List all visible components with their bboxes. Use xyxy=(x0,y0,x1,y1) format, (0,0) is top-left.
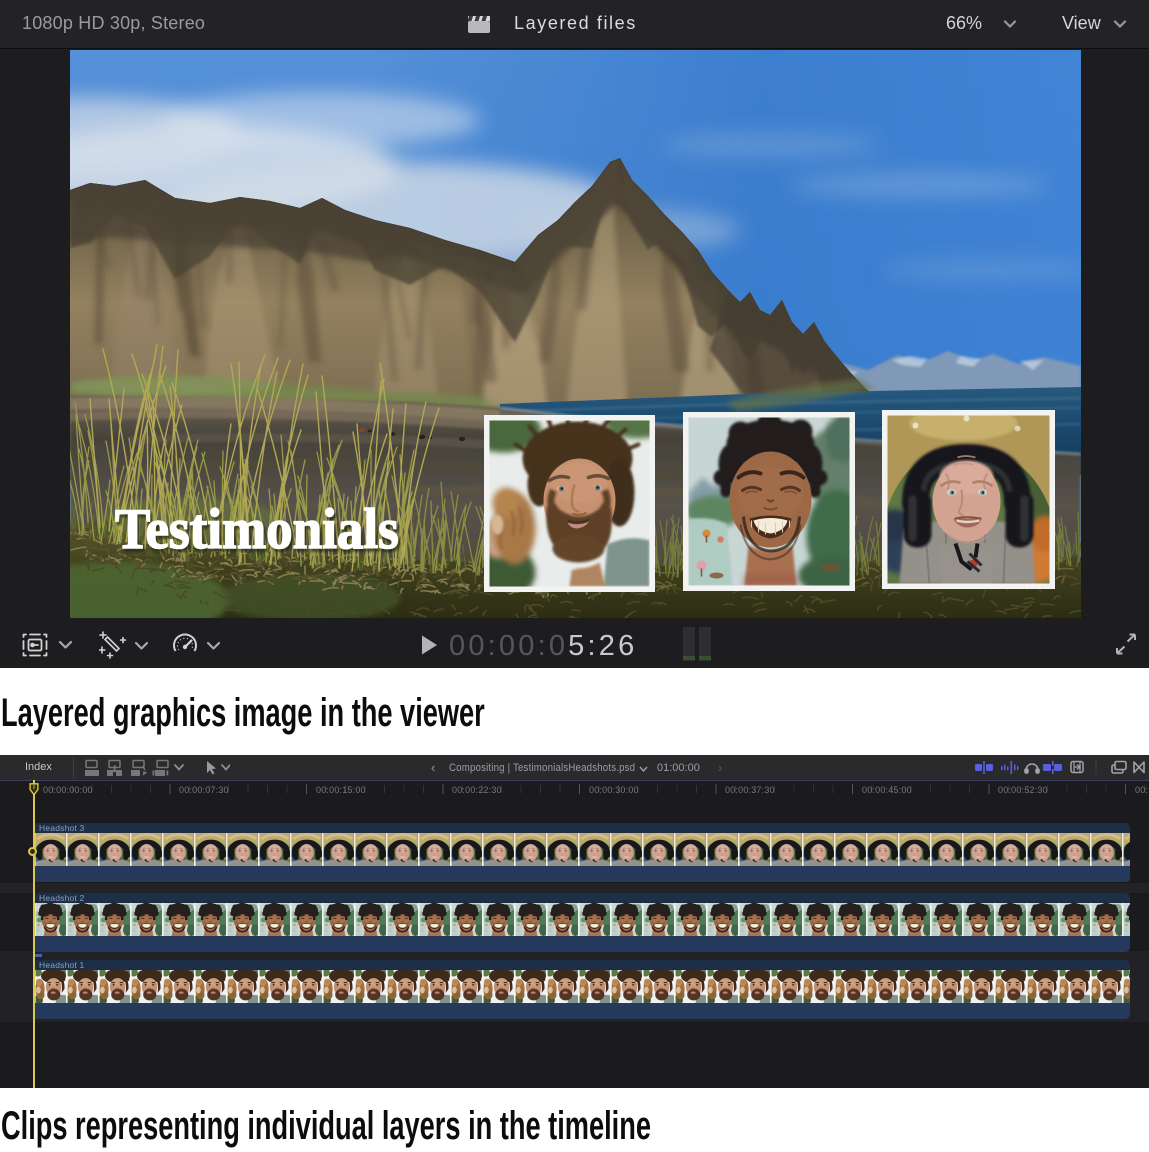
svg-text:Testimonials: Testimonials xyxy=(115,497,399,560)
